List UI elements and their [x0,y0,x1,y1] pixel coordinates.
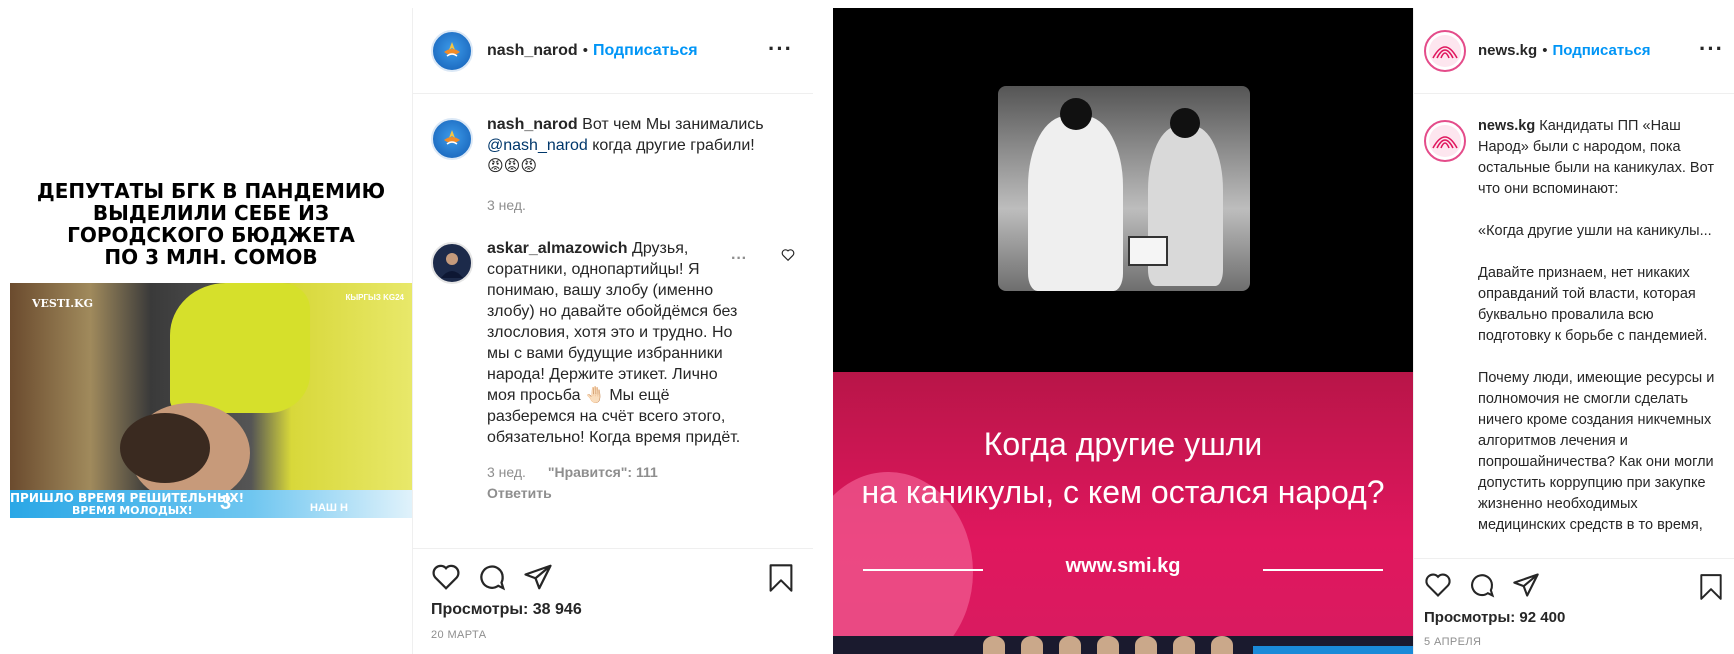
avatar[interactable] [1424,120,1466,162]
headline-line: ПО 3 МЛН. СОМОВ [104,245,318,269]
comment-icon[interactable] [1468,571,1496,599]
post-header: nash_narod • Подписаться ··· [413,8,813,94]
comment: askar_almazowich Друзья, соратники, одно… [431,238,795,504]
caption: news.kg Кандидаты ПП «Наш Народ» были с … [1424,116,1724,557]
comments-area: nash_narod Вот чем Мы занимались @nash_n… [413,94,813,504]
post-date[interactable]: 20 МАРТА [431,629,795,641]
person [1173,636,1195,654]
heart-icon[interactable] [431,562,461,592]
caption: nash_narod Вот чем Мы занимались @nash_n… [431,114,795,216]
hazmat-figure [1028,116,1123,291]
promo-brand: НАШ Н [310,502,348,514]
person [1135,636,1157,654]
caption-p2: «Когда другие ушли на каникулы... [1478,223,1712,239]
blue-bar [1253,646,1413,654]
caption-body-2: когда другие грабили! [592,137,755,154]
post-media[interactable]: ДЕПУТАТЫ БГК В ПАНДЕМИЮ ВЫДЕЛИЛИ СЕБЕ ИЗ… [10,8,412,654]
caption-body: Вот чем Мы занимались [582,116,764,133]
comment-body: Друзья, соратники, однопартийцы! Я поним… [487,240,741,446]
heart-icon[interactable] [1424,571,1452,599]
separator: • [1542,42,1548,59]
promo-text-1: ПРИШЛО ВРЕМЯ РЕШИТЕЛЬНЫХ! [10,491,245,505]
comment-icon[interactable] [477,562,507,592]
vesti-logo: VESTI.KG [32,297,93,310]
promo-number: 3 [220,492,232,514]
caption-username[interactable]: news.kg [1478,118,1535,134]
caption-text: news.kg Кандидаты ПП «Наш Народ» были с … [1478,116,1724,557]
post-nash-narod: ДЕПУТАТЫ БГК В ПАНДЕМИЮ ВЫДЕЛИЛИ СЕБЕ ИЗ… [10,8,813,654]
divider [1263,569,1383,571]
avatar[interactable] [1424,29,1466,72]
vest-shape [170,283,310,413]
post-actions: Просмотры: 38 946 20 МАРТА [413,548,813,654]
avatar[interactable] [431,118,473,160]
post-sidebar: news.kg • Подписаться ··· news.kg Кандид… [1413,8,1734,654]
bookmark-icon[interactable] [1698,573,1724,601]
headline-line: ГОРОДСКОГО БЮДЖЕТА [67,223,355,247]
promo-text-2: ВРЕМЯ МОЛОДЫХ! [72,504,193,517]
banner-url: www.smi.kg [1065,555,1181,577]
caption-p3: Давайте признаем, нет никаких оправданий… [1478,265,1708,344]
banner-line-2: на каникулы, с кем остался народ? [861,474,1385,510]
post-media[interactable]: Когда другие ушли на каникулы, с кем ост… [833,8,1413,654]
follow-button[interactable]: Подписаться [593,42,698,60]
avatar[interactable] [431,29,473,72]
comment-heart-icon[interactable] [781,248,795,262]
follow-button[interactable]: Подписаться [1552,42,1650,59]
headline-line: ДЕПУТАТЫ БГК В ПАНДЕМИЮ [36,179,386,203]
post-news-kg: Когда другие ушли на каникулы, с кем ост… [833,8,1734,654]
post-actions: Просмотры: 92 400 5 АПРЕЛЯ [1414,558,1734,654]
emoji-text: 😡😡😡 [487,158,538,175]
mask-shape [1060,98,1092,130]
caption-text: nash_narod Вот чем Мы занимались @nash_n… [487,114,795,216]
caption-username[interactable]: nash_narod [487,116,578,133]
hair-shape [120,413,210,483]
headline-line: ВЫДЕЛИЛИ СЕБЕ ИЗ [92,201,330,225]
people-row [983,636,1249,654]
person-icon [441,253,463,278]
equipment-box [1128,236,1168,266]
more-icon[interactable]: ··· [768,38,793,60]
comment-time[interactable]: 3 нед. [487,464,526,480]
party-logo-icon [444,41,460,57]
person [1059,636,1081,654]
video-frame[interactable] [998,86,1250,291]
comment-username[interactable]: askar_almazowich [487,240,628,257]
person [1021,636,1043,654]
views-count[interactable]: Просмотры: 92 400 [1424,609,1724,626]
news-logo-icon [1429,125,1461,157]
post-header: news.kg • Подписаться ··· [1414,8,1734,94]
views-count[interactable]: Просмотры: 38 946 [431,601,795,619]
reply-button[interactable]: Ответить [487,485,552,501]
person [1211,636,1233,654]
person [1097,636,1119,654]
media-headline: ДЕПУТАТЫ БГК В ПАНДЕМИЮ ВЫДЕЛИЛИ СЕБЕ ИЗ… [10,180,412,268]
bookmark-icon[interactable] [767,563,795,593]
promo-banner: Когда другие ушли на каникулы, с кем ост… [833,372,1413,654]
avatar[interactable] [431,242,473,284]
username-link[interactable]: nash_narod [487,42,578,60]
banner-line-1: Когда другие ушли [983,426,1263,462]
comment-more-icon[interactable]: ··· [731,250,747,268]
mask-shape [1170,108,1200,138]
video-frame[interactable]: VESTI.KG КЫРГЫЗ KG24 [10,283,412,515]
post-sidebar: nash_narod • Подписаться ··· nash_narod … [412,8,813,654]
person [983,636,1005,654]
party-logo-icon [444,130,460,145]
caption-time[interactable]: 3 нед. [487,197,526,213]
news-logo-icon [1429,34,1461,67]
comments-area: news.kg Кандидаты ПП «Наш Народ» были с … [1414,94,1734,574]
comment-text: askar_almazowich Друзья, соратники, одно… [487,238,749,504]
mention-link[interactable]: @nash_narod [487,137,588,154]
separator: • [582,42,588,59]
caption-p4: Почему люди, имеющие ресурсы и полномочи… [1478,370,1715,533]
post-date[interactable]: 5 АПРЕЛЯ [1424,636,1724,648]
username-link[interactable]: news.kg [1478,42,1537,59]
channel-logo: КЫРГЫЗ KG24 [345,293,404,302]
share-icon[interactable] [1512,571,1540,599]
share-icon[interactable] [523,562,553,592]
comment-likes[interactable]: "Нравится": 111 [548,464,658,480]
more-icon[interactable]: ··· [1699,38,1724,60]
